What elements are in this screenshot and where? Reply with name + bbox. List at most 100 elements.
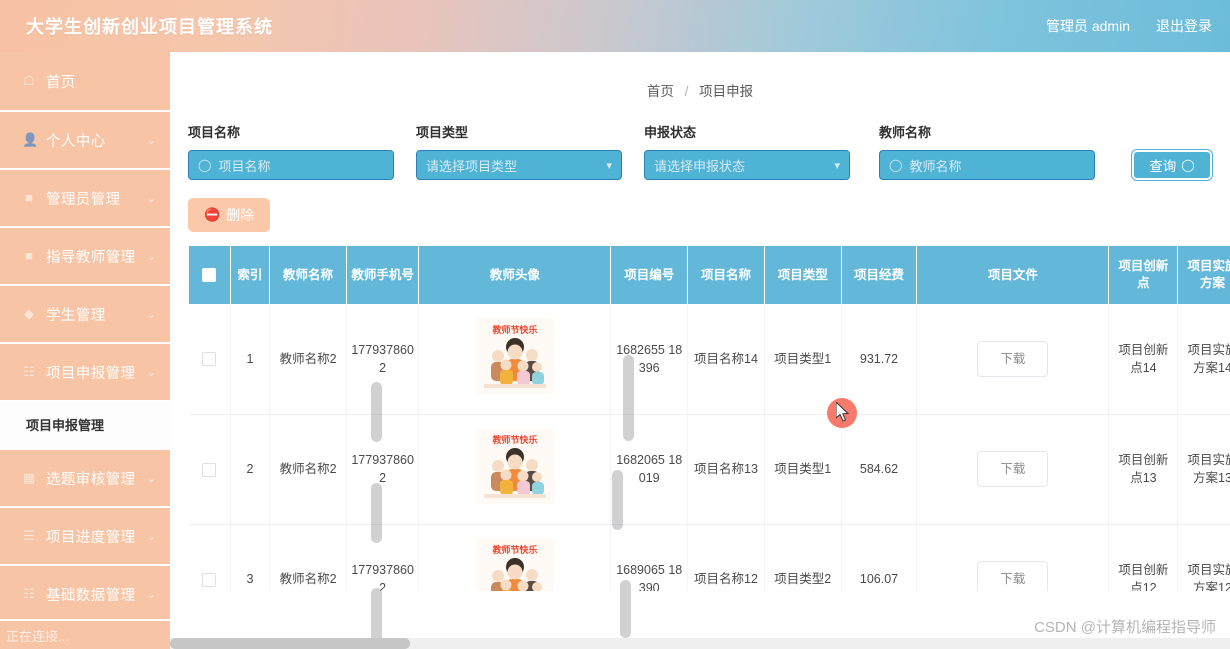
table-row[interactable]: 2 教师名称2 1779378602 教师节快乐 1682065 18019 项… bbox=[188, 414, 1230, 525]
sidebar-item-admin-management[interactable]: ■ 管理员管理 ⌄ bbox=[0, 168, 170, 226]
sidebar-item-label: 基础数据管理 bbox=[46, 587, 136, 604]
sidebar-item-teacher-management[interactable]: ■ 指导教师管理 ⌄ bbox=[0, 226, 170, 284]
grid-icon: ■ bbox=[25, 248, 33, 263]
cell-index: 2 bbox=[230, 414, 271, 525]
row-checkbox[interactable] bbox=[202, 462, 217, 477]
sidebar-item-label: 首页 bbox=[46, 74, 76, 91]
teacher-name-input[interactable]: ◯ 教师名称 bbox=[879, 150, 1095, 180]
table-row[interactable]: 3 教师名称2 1779378602 教师节快乐 1689065 18390 项… bbox=[188, 524, 1230, 591]
cell-project-no: 1682065 18019 bbox=[610, 414, 689, 525]
column-header-plan: 项目实施方案 bbox=[1177, 246, 1230, 304]
delete-button-label: 删除 bbox=[226, 207, 255, 223]
teacher-avatar-image[interactable]: 教师节快乐 bbox=[475, 428, 554, 505]
chevron-down-icon: ⌄ bbox=[146, 134, 156, 147]
column-header-teacher-avatar: 教师头像 bbox=[418, 246, 612, 304]
app-root: 大学生创新创业项目管理系统 管理员 admin 退出登录 ☖ 首页 👤 个人中心… bbox=[0, 0, 1230, 649]
teacher-avatar-image[interactable]: 教师节快乐 bbox=[475, 538, 554, 591]
logout-button[interactable]: 退出登录 bbox=[1156, 16, 1212, 36]
chevron-down-icon: ⌄ bbox=[146, 472, 156, 485]
cell-project-name: 项目名称14 bbox=[687, 304, 765, 415]
chevron-down-icon: ⌄ bbox=[146, 192, 156, 205]
column-header-teacher-name: 教师名称 bbox=[269, 246, 347, 304]
project-type-select[interactable]: 请选择项目类型 ▾ bbox=[416, 150, 622, 180]
home-icon: ☖ bbox=[23, 73, 35, 88]
sidebar-item-home[interactable]: ☖ 首页 bbox=[0, 52, 170, 110]
project-name-input[interactable]: ◯ 项目名称 bbox=[188, 150, 394, 180]
table-row[interactable]: 1 教师名称2 1779378602 教师节快乐 1682655 18396 项… bbox=[188, 304, 1230, 415]
select-all-header[interactable] bbox=[188, 246, 231, 304]
avatar-illustration: 教师节快乐 bbox=[475, 318, 554, 395]
download-button[interactable]: 下载 bbox=[977, 340, 1049, 377]
cell-project-file[interactable]: 下载 bbox=[916, 414, 1110, 525]
select-placeholder-text: 请选择申报状态 bbox=[654, 158, 746, 174]
search-button[interactable]: 查询 ◯ bbox=[1132, 150, 1212, 180]
download-button[interactable]: 下载 bbox=[977, 560, 1049, 591]
sidebar-item-topic-review-management[interactable]: ▦ 选题审核管理 ⌄ bbox=[0, 448, 170, 506]
cell-plan: 项目实施方案12 bbox=[1177, 524, 1230, 591]
row-checkbox[interactable] bbox=[202, 572, 217, 587]
breadcrumb: 首页 / 项目申报 bbox=[170, 52, 1230, 100]
search-button-label: 查询 bbox=[1149, 159, 1177, 174]
sidebar-item-basic-data-management[interactable]: ☷ 基础数据管理 ⌄ bbox=[0, 564, 170, 622]
cell-teacher-phone: 1779378602 bbox=[346, 524, 420, 591]
chevron-down-icon: ⌄ bbox=[146, 530, 156, 543]
sidebar-item-project-progress-management[interactable]: ☰ 项目进度管理 ⌄ bbox=[0, 506, 170, 564]
filter-label: 教师名称 bbox=[879, 125, 932, 140]
column-header-project-file: 项目文件 bbox=[916, 246, 1110, 304]
select-placeholder-text: 请选择项目类型 bbox=[426, 158, 518, 174]
cell-teacher-avatar[interactable]: 教师节快乐 bbox=[418, 414, 612, 525]
sidebar-item-personal-center[interactable]: 👤 个人中心 ⌄ bbox=[0, 110, 170, 168]
sidebar-item-label: 管理员管理 bbox=[46, 191, 121, 208]
bars-icon: ☰ bbox=[23, 528, 35, 543]
avatar-illustration: 教师节快乐 bbox=[475, 428, 554, 505]
svg-text:教师节快乐: 教师节快乐 bbox=[491, 324, 537, 336]
column-header-teacher-phone: 教师手机号 bbox=[345, 246, 420, 304]
column-header-project-name: 项目名称 bbox=[687, 246, 765, 304]
cell-project-file[interactable]: 下载 bbox=[916, 304, 1110, 415]
avatar-illustration: 教师节快乐 bbox=[475, 538, 554, 591]
breadcrumb-current: 项目申报 bbox=[699, 84, 754, 99]
cell-project-type: 项目类型2 bbox=[764, 524, 842, 591]
cell-teacher-phone: 1779378602 bbox=[346, 414, 420, 525]
table-header-row: 索引 教师名称 教师手机号 教师头像 项目编号 项目名称 项目类型 项目经费 项… bbox=[188, 246, 1230, 304]
cell-teacher-avatar[interactable]: 教师节快乐 bbox=[418, 524, 612, 591]
horizontal-scrollbar-thumb[interactable] bbox=[170, 638, 410, 649]
cell-project-name: 项目名称13 bbox=[687, 414, 765, 525]
row-checkbox[interactable] bbox=[202, 352, 217, 367]
delete-button[interactable]: ⛔ 删除 bbox=[188, 198, 271, 232]
filter-label: 项目名称 bbox=[188, 125, 241, 140]
sidebar-status-text: 正在连接... bbox=[6, 628, 69, 644]
teacher-avatar-image[interactable]: 教师节快乐 bbox=[475, 318, 554, 395]
row-select-cell[interactable] bbox=[188, 304, 231, 415]
chevron-down-icon: ⌄ bbox=[146, 250, 156, 263]
table-body: 1 教师名称2 1779378602 教师节快乐 1682655 18396 项… bbox=[188, 304, 1230, 591]
current-user-label: 管理员 admin bbox=[1045, 18, 1130, 34]
row-select-cell[interactable] bbox=[188, 414, 231, 525]
column-header-project-no: 项目编号 bbox=[610, 246, 689, 304]
input-placeholder-text: 项目名称 bbox=[218, 158, 271, 174]
sidebar-item-label: 项目进度管理 bbox=[46, 529, 136, 546]
row-select-cell[interactable] bbox=[188, 524, 231, 591]
cell-teacher-name: 教师名称2 bbox=[269, 414, 347, 525]
tag-icon: ◆ bbox=[24, 306, 34, 321]
cell-teacher-avatar[interactable]: 教师节快乐 bbox=[418, 304, 612, 415]
filter-teacher-name: 教师名称 ◯ 教师名称 bbox=[879, 122, 1095, 180]
sidebar-subitem-project-declaration[interactable]: 项目申报管理 bbox=[0, 400, 170, 448]
cell-innovation: 项目创新点13 bbox=[1108, 414, 1179, 525]
cell-index: 3 bbox=[230, 524, 271, 591]
download-button[interactable]: 下载 bbox=[977, 450, 1049, 488]
declaration-status-select[interactable]: 请选择申报状态 ▾ bbox=[644, 150, 850, 180]
cell-project-file[interactable]: 下载 bbox=[916, 524, 1110, 591]
cell-teacher-phone: 1779378602 bbox=[346, 304, 420, 415]
breadcrumb-home[interactable]: 首页 bbox=[647, 84, 674, 99]
cell-project-no: 1682655 18396 bbox=[610, 304, 689, 415]
cell-project-fund: 931.72 bbox=[841, 304, 918, 415]
sidebar-item-label: 指导教师管理 bbox=[46, 249, 136, 266]
filter-label: 项目类型 bbox=[416, 125, 469, 140]
cell-plan: 项目实施方案13 bbox=[1177, 414, 1230, 525]
sidebar-item-project-declaration-management[interactable]: ☷ 项目申报管理 ⌄ bbox=[0, 342, 170, 400]
sidebar-item-student-management[interactable]: ◆ 学生管理 ⌄ bbox=[0, 284, 170, 342]
column-header-index: 索引 bbox=[229, 246, 271, 304]
cell-teacher-name: 教师名称2 bbox=[269, 524, 347, 591]
select-all-checkbox[interactable] bbox=[202, 268, 217, 283]
